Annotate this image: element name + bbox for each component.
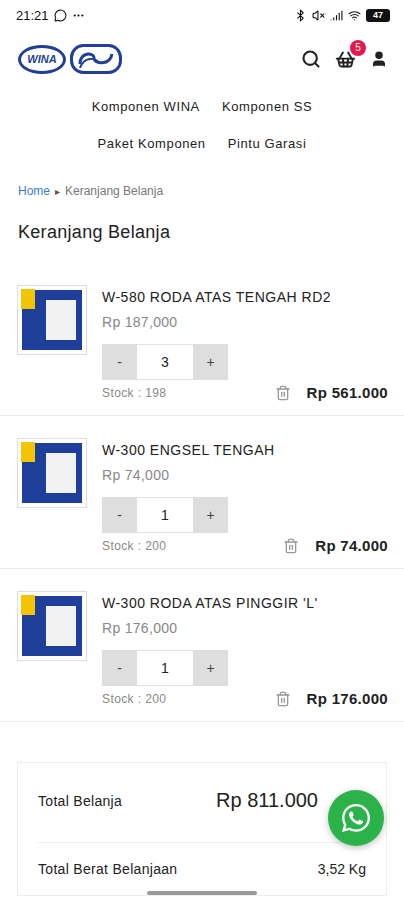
status-bar: 21:21 47 [0, 0, 404, 30]
nav-link[interactable]: Pintu Garasi [228, 125, 307, 162]
quantity-input[interactable]: 3 [137, 344, 193, 380]
summary-label: Total Belanja [38, 793, 122, 809]
search-icon[interactable] [301, 49, 321, 69]
cart-badge: 5 [350, 40, 366, 56]
cart-item: W-580 RODA ATAS TENGAH RD2 Rp 187,000 -3+ S… [0, 263, 404, 416]
item-subtotal: Rp 176.000 [307, 690, 388, 707]
increase-button[interactable]: + [193, 344, 228, 380]
trash-icon[interactable] [275, 385, 291, 401]
quantity-stepper: -1+ [102, 650, 228, 686]
decrease-button[interactable]: - [102, 650, 137, 686]
gesture-bar[interactable] [147, 891, 257, 895]
product-name[interactable]: W-300 RODA ATAS PINGGIR 'L' [102, 595, 388, 611]
product-price: Rp 187,000 [102, 314, 388, 330]
header: WINA 5 [0, 30, 404, 88]
product-price: Rp 176,000 [102, 620, 388, 636]
mute-icon [312, 9, 325, 22]
nav-row: Paket Komponen Pintu Garasi [98, 125, 307, 162]
summary-row: Total Berat Belanjaan 3,52 Kg [38, 842, 366, 895]
nav-row: Komponen WINA Komponen SS [92, 88, 313, 125]
trash-icon[interactable] [275, 691, 291, 707]
ss-logo-icon [70, 44, 122, 74]
summary-value: Rp 811.000 [216, 789, 318, 812]
product-price: Rp 74,000 [102, 467, 388, 483]
wina-logo[interactable]: WINA [18, 45, 66, 74]
user-icon[interactable] [370, 50, 388, 68]
summary-row: Total Belanja Rp 811.000 [38, 769, 366, 832]
breadcrumb-item[interactable]: Home [18, 184, 50, 198]
stock-label: Stock : 200 [102, 692, 166, 706]
breadcrumb: Home ▸ Keranjang Belanja [0, 162, 404, 198]
status-time: 21:21 [16, 8, 49, 23]
increase-button[interactable]: + [193, 497, 228, 533]
main-nav: Komponen WINA Komponen SS Paket Komponen Pi… [0, 88, 404, 162]
product-name[interactable]: W-580 RODA ATAS TENGAH RD2 [102, 289, 388, 305]
increase-button[interactable]: + [193, 650, 228, 686]
chat-icon [54, 9, 67, 22]
summary-value: 3,52 Kg [318, 861, 366, 877]
product-image[interactable] [17, 591, 87, 661]
quantity-stepper: -3+ [102, 344, 228, 380]
page-title: Keranjang Belanja [0, 198, 404, 263]
product-image[interactable] [17, 438, 87, 508]
stock-label: Stock : 200 [102, 539, 166, 553]
item-subtotal: Rp 74.000 [315, 537, 388, 554]
item-subtotal: Rp 561.000 [307, 384, 388, 401]
stock-label: Stock : 198 [102, 386, 166, 400]
wifi-icon [348, 9, 361, 22]
trash-icon[interactable] [283, 538, 299, 554]
breadcrumb-separator: ▸ [55, 186, 60, 197]
logo[interactable]: WINA [18, 44, 122, 74]
whatsapp-icon[interactable] [340, 802, 372, 834]
more-icon [72, 9, 85, 22]
nav-link[interactable]: Komponen SS [222, 88, 312, 125]
cart-page: 21:2147WINA5Komponen WINAKomponen SSPake… [0, 0, 404, 900]
product-image[interactable] [17, 285, 87, 355]
decrease-button[interactable]: - [102, 344, 137, 380]
cart-item: W-300 ENGSEL TENGAH Rp 74,000 -1+ Stock : 2… [0, 416, 404, 569]
battery-icon: 47 [366, 9, 390, 22]
quantity-input[interactable]: 1 [137, 650, 193, 686]
quantity-input[interactable]: 1 [137, 497, 193, 533]
quantity-stepper: -1+ [102, 497, 228, 533]
whatsapp-button[interactable] [328, 790, 384, 846]
decrease-button[interactable]: - [102, 497, 137, 533]
bluetooth-icon [294, 9, 307, 22]
product-name[interactable]: W-300 ENGSEL TENGAH [102, 442, 388, 458]
signal-icon [330, 9, 343, 22]
breadcrumb-item: Keranjang Belanja [65, 184, 163, 198]
nav-link[interactable]: Komponen WINA [92, 88, 200, 125]
summary-label: Total Berat Belanjaan [38, 861, 177, 877]
nav-link[interactable]: Paket Komponen [98, 125, 206, 162]
cart-item: W-300 RODA ATAS PINGGIR 'L' Rp 176,000 -1+… [0, 569, 404, 722]
cart-button[interactable]: 5 [335, 49, 356, 70]
